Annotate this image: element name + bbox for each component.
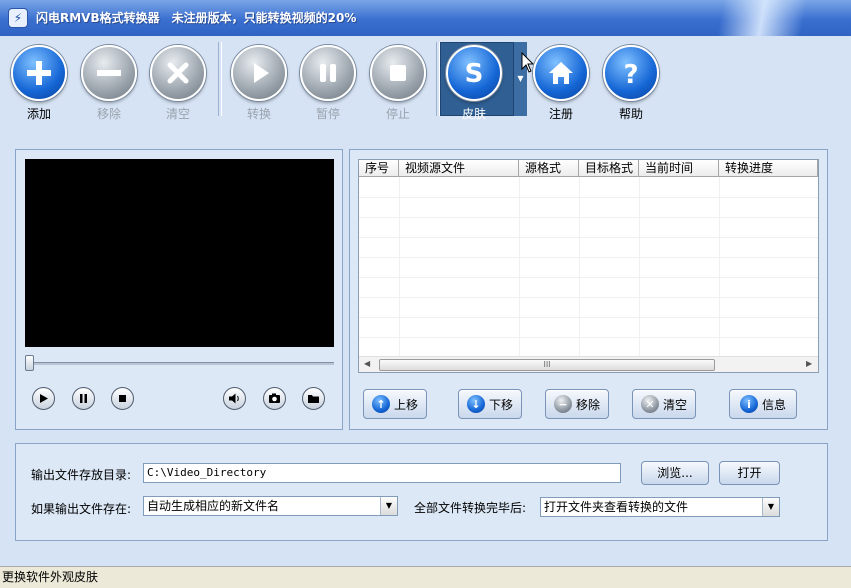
pause-icon	[80, 394, 87, 403]
stop-button[interactable]: 停止	[368, 44, 428, 121]
help-button[interactable]: ? 帮助	[601, 44, 661, 121]
play-icon	[40, 394, 48, 403]
camera-icon	[269, 393, 280, 403]
close-icon	[150, 45, 206, 101]
pause-button[interactable]: 暂停	[298, 44, 358, 121]
column-header[interactable]: 转换进度	[719, 160, 818, 177]
player-stop-button[interactable]	[111, 387, 134, 410]
help-label: 帮助	[618, 107, 643, 121]
svg-text:?: ?	[623, 60, 638, 88]
move-down-button[interactable]: ↓ 下移	[458, 389, 522, 419]
info-icon: i	[739, 395, 758, 413]
arrow-down-icon: ↓	[466, 395, 485, 413]
file-exists-select[interactable]: 自动生成相应的新文件名 ▼	[143, 496, 398, 516]
question-icon: ?	[603, 45, 659, 101]
player-pause-button[interactable]	[72, 387, 95, 410]
output-settings-panel	[15, 443, 828, 541]
skin-button[interactable]: S 皮肤	[444, 44, 504, 121]
status-bar: 更换软件外观皮肤	[0, 566, 851, 588]
column-header[interactable]: 当前时间	[639, 160, 719, 177]
seek-track[interactable]	[25, 362, 334, 365]
file-exists-label: 如果输出文件存在:	[31, 502, 132, 516]
output-dir-label: 输出文件存放目录:	[31, 468, 132, 482]
column-header[interactable]: 源格式	[519, 160, 579, 177]
stop-icon	[119, 395, 126, 402]
pause-icon	[300, 45, 356, 101]
seek-slider-thumb[interactable]	[25, 355, 34, 371]
stop-label: 停止	[385, 107, 410, 121]
status-text: 更换软件外观皮肤	[2, 570, 99, 584]
skin-icon: S	[446, 45, 502, 101]
register-button[interactable]: 注册	[531, 44, 591, 121]
column-header[interactable]: 序号	[359, 160, 399, 177]
play-icon	[231, 45, 287, 101]
snapshot-button[interactable]	[263, 387, 286, 410]
skin-label: 皮肤	[461, 107, 486, 121]
convert-button[interactable]: 转换	[229, 44, 289, 121]
horizontal-scrollbar[interactable]: ◀ III ▶	[359, 356, 818, 372]
remove-label: 移除	[96, 107, 121, 121]
minus-icon	[81, 45, 137, 101]
svg-text:S: S	[465, 59, 484, 89]
file-table[interactable]: 序号 视频源文件 源格式 目标格式 当前时间 转换进度 ◀ III ▶	[358, 159, 819, 373]
scroll-left-icon[interactable]: ◀	[364, 359, 370, 368]
list-clear-label: 清空	[662, 397, 687, 412]
scrollbar-thumb[interactable]: III	[379, 359, 715, 371]
after-complete-label: 全部文件转换完毕后:	[414, 501, 527, 515]
column-header[interactable]: 视频源文件	[399, 160, 519, 177]
open-button[interactable]: 打开	[719, 461, 780, 485]
arrow-up-icon: ↑	[371, 395, 390, 413]
move-down-label: 下移	[488, 397, 513, 412]
output-dir-input[interactable]: C:\Video_Directory	[143, 463, 621, 483]
app-icon[interactable]: ⚡	[8, 8, 28, 28]
chevron-down-icon[interactable]: ▼	[380, 497, 397, 515]
after-complete-value: 打开文件夹查看转换的文件	[544, 500, 689, 514]
scroll-right-icon[interactable]: ▶	[806, 359, 812, 368]
list-remove-button[interactable]: − 移除	[545, 389, 609, 419]
add-button[interactable]: 添加	[9, 44, 69, 121]
list-remove-label: 移除	[575, 397, 600, 412]
clear-button[interactable]: 清空	[148, 44, 208, 121]
toolbar-separator	[218, 42, 222, 116]
list-clear-button[interactable]: ✕ 清空	[632, 389, 696, 419]
home-icon	[533, 45, 589, 101]
open-folder-button[interactable]	[302, 387, 325, 410]
video-preview	[25, 159, 334, 347]
column-header[interactable]: 目标格式	[579, 160, 639, 177]
after-complete-select[interactable]: 打开文件夹查看转换的文件 ▼	[540, 497, 780, 517]
browse-button[interactable]: 浏览...	[641, 461, 709, 485]
add-label: 添加	[26, 107, 51, 121]
info-button[interactable]: i 信息	[729, 389, 797, 419]
player-play-button[interactable]	[32, 387, 55, 410]
volume-button[interactable]	[223, 387, 246, 410]
move-up-button[interactable]: ↑ 上移	[363, 389, 427, 419]
clear-label: 清空	[165, 107, 190, 121]
close-icon: ✕	[640, 395, 659, 413]
file-exists-value: 自动生成相应的新文件名	[147, 499, 280, 513]
register-label: 注册	[548, 107, 573, 121]
pause-label: 暂停	[315, 107, 340, 121]
convert-label: 转换	[246, 107, 271, 121]
minus-icon: −	[553, 395, 572, 413]
window-title: 闪电RMVB格式转换器 未注册版本，只能转换视频的20%	[36, 11, 357, 25]
remove-button[interactable]: 移除	[79, 44, 139, 121]
plus-icon	[11, 45, 67, 101]
info-label: 信息	[761, 397, 786, 412]
speaker-icon	[229, 393, 239, 404]
move-up-label: 上移	[393, 397, 418, 412]
chevron-down-icon[interactable]: ▼	[762, 498, 779, 516]
folder-icon	[308, 395, 319, 403]
stop-icon	[370, 45, 426, 101]
